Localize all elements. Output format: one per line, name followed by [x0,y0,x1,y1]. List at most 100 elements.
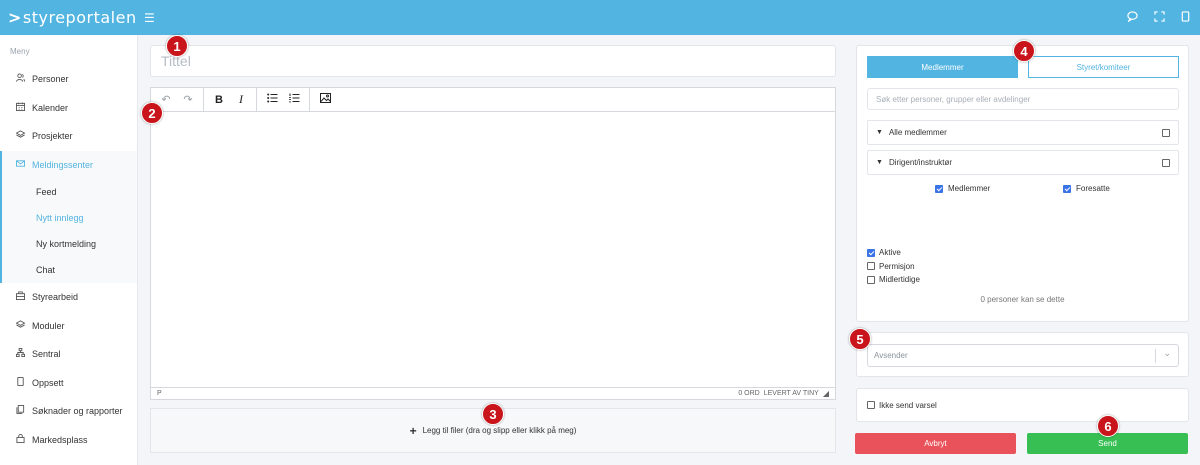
sub-option-medlemmer[interactable]: Medlemmer [935,184,990,193]
sidebar-item-label: Oppsett [32,377,64,388]
italic-icon[interactable]: I [230,92,252,107]
rich-text-editor: ↶ ↷ B I P 0 ORD LEVERT AV TINY ◢ [150,87,836,400]
tab-medlemmer[interactable]: Medlemmer [867,56,1018,78]
dropzone-label: Legg til filer (dra og slipp eller klikk… [422,426,577,435]
menu-title: Meny [10,47,30,56]
recipients-panel: Medlemmer Styret/komiteer ▼ Alle medlemm… [856,45,1189,322]
sidebar-item-kalender[interactable]: Kalender [0,94,137,123]
list-group [257,87,310,112]
sender-select[interactable]: Avsender ⌄ [867,344,1179,367]
format-group: B I [204,87,257,112]
sub-option-checkbox[interactable] [1063,184,1071,193]
group-checkbox[interactable] [1162,128,1170,137]
plus-icon: + [409,423,417,438]
cancel-button[interactable]: Avbryt [855,433,1016,454]
resize-handle-icon[interactable]: ◢ [823,389,829,398]
status-aktive[interactable]: Aktive [867,246,920,260]
post-title-input[interactable] [151,46,835,76]
callout-marker-2: 2 [141,102,163,124]
sender-panel: Avsender ⌄ [856,332,1189,377]
sidebar-item-label: Meldingssenter [32,159,94,170]
sidebar-item-label: Kalender [32,102,69,113]
group-row-alle-medlemmer[interactable]: ▼ Alle medlemmer [867,120,1179,145]
editor-content-area[interactable] [151,112,835,387]
calendar-icon [16,102,32,114]
fullscreen-icon[interactable] [1154,10,1165,25]
sidebar-item-meldingssenter[interactable]: Meldingssenter [0,150,137,179]
top-actions [1127,0,1190,35]
sidebar-subitem-chat[interactable]: Chat [0,257,137,283]
notify-option[interactable]: Ikke send varsel [856,388,1189,422]
logo-mark: > [8,8,22,27]
status-permisjon[interactable]: Permisjon [867,260,920,274]
sidebar-item-label: Prosjekter [32,131,73,142]
sidebar-item-personer[interactable]: Personer [0,65,137,94]
status-checkbox[interactable] [867,262,875,271]
shop-icon [16,433,32,446]
sidebar-item-label: Sentral [32,349,61,360]
status-midlertidige[interactable]: Midlertidige [867,273,920,287]
bold-icon[interactable]: B [208,94,230,106]
sidebar: Meny Personer Kalender Prosjekter Meldin… [0,35,138,465]
sidebar-subitem-feed[interactable]: Feed [0,179,137,205]
sidebar-item-prosjekter[interactable]: Prosjekter [0,122,137,151]
sidebar-item-oppsett[interactable]: Oppsett [0,369,137,398]
notify-label: Ikke send varsel [879,400,937,410]
numbered-list-icon[interactable] [283,93,305,106]
status-checkbox[interactable] [867,275,875,284]
status-label: Aktive [879,248,901,258]
sidebar-subitem-label: Nytt innlegg [36,213,84,223]
caret-down-icon[interactable]: ▼ [876,159,883,166]
redo-icon[interactable]: ↷ [177,93,199,106]
sub-option-label: Foresatte [1076,184,1110,193]
statusbar-right: 0 ORD LEVERT AV TINY ◢ [738,389,829,398]
callout-marker-1: 1 [166,35,188,57]
sidebar-subitem-nytt-innlegg[interactable]: Nytt innlegg [0,205,137,231]
sidebar-subitem-ny-kortmelding[interactable]: Ny kortmelding [0,231,137,257]
settings-icon [16,376,32,389]
group-row-dirigent[interactable]: ▼ Dirigent/instruktør [867,150,1179,175]
sidebar-icon[interactable] [1181,10,1190,25]
status-filter-list: Aktive Permisjon Midlertidige [867,246,920,287]
recipient-search-input[interactable] [868,89,1178,109]
board-icon [16,291,32,303]
sidebar-item-label: Personer [32,74,69,85]
callout-marker-3: 3 [482,403,504,425]
group-label: Alle medlemmer [888,128,947,137]
image-icon[interactable] [314,93,336,106]
editor-toolbar: ↶ ↷ B I [151,87,835,112]
recipient-search-box [867,88,1179,110]
group-checkbox[interactable] [1162,158,1170,167]
sender-placeholder: Avsender [874,351,908,360]
callout-marker-4: 4 [1013,40,1035,62]
layers-icon [15,320,32,332]
post-title-box [150,45,836,77]
element-path[interactable]: P [157,390,162,397]
tab-styret-komiteer[interactable]: Styret/komiteer [1028,56,1179,78]
sidebar-item-label: Markedsplass [32,434,88,445]
status-label: Permisjon [879,261,915,271]
status-checkbox[interactable] [867,248,875,257]
caret-down-icon[interactable]: ▼ [876,129,883,136]
sidebar-item-moduler[interactable]: Moduler [0,312,137,341]
audience-count: 0 personer kan se dette [980,295,1065,304]
group-label: Dirigent/instruktør [888,158,953,167]
bullet-list-icon[interactable] [261,93,283,106]
sidebar-item-soknader[interactable]: Søknader og rapporter [0,397,137,426]
app-logo[interactable]: >styreportalen [0,8,140,27]
sidebar-item-styrearbeid[interactable]: Styrearbeid [0,283,137,312]
layers-icon [15,130,32,142]
sidebar-subitem-label: Feed [36,187,57,197]
hamburger-icon[interactable]: ☰ [144,11,155,25]
sub-option-checkbox[interactable] [935,184,943,193]
notify-checkbox[interactable] [867,401,875,409]
powered-by-link[interactable]: LEVERT AV TINY [764,390,819,397]
chat-icon[interactable] [1127,10,1138,25]
sub-option-foresatte[interactable]: Foresatte [1063,184,1110,193]
sidebar-item-sentral[interactable]: Sentral [0,340,137,369]
chevron-down-icon[interactable]: ⌄ [1163,349,1171,359]
select-divider [1155,349,1156,363]
hierarchy-icon [16,348,32,360]
sidebar-item-markedsplass[interactable]: Markedsplass [0,426,137,455]
sidebar-item-label: Moduler [32,320,65,331]
